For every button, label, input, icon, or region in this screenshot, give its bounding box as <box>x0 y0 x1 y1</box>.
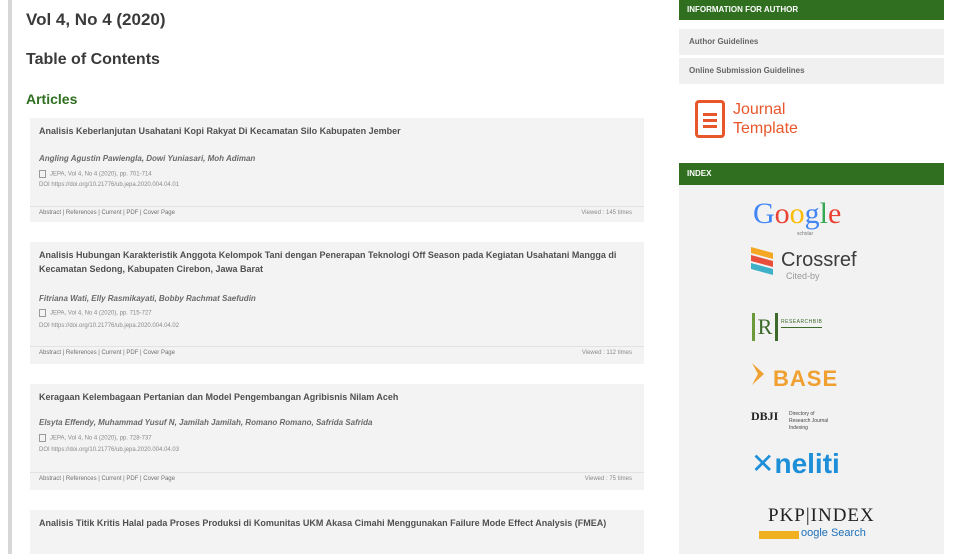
journal-template-label: Journal Template <box>733 101 798 137</box>
left-border <box>8 0 12 554</box>
google-scholar-logo[interactable]: Google <box>753 197 841 231</box>
neliti-icon: ✕ <box>751 448 775 479</box>
researchbib-logo: RESEARCHBIB <box>781 319 823 328</box>
article-title-link[interactable]: Analisis Titik Kritis Halal pada Proses … <box>39 516 629 530</box>
document-icon <box>695 100 725 138</box>
google-scholar-sublabel: scholar <box>797 231 814 237</box>
article-citation: JEPA, Vol 4, No 4 (2020), pp. 701-714 <box>39 170 152 178</box>
dbji-sublabel: Directory of Research Journal Indexing <box>789 411 829 431</box>
article-card: Analisis Hubungan Karakteristik Anggota … <box>30 242 644 364</box>
main-content: Vol 4, No 4 (2020) Table of Contents Art… <box>26 0 650 554</box>
article-links[interactable]: Abstract | References | Current | PDF | … <box>39 350 175 356</box>
info-header: INFORMATION FOR AUTHOR <box>679 0 944 20</box>
article-action-bar: Abstract | References | Current | PDF | … <box>30 206 644 221</box>
crossref-icon <box>751 247 773 275</box>
document-icon <box>39 170 46 178</box>
document-icon <box>39 434 46 442</box>
pkp-index-logo[interactable]: PKP|INDEX <box>768 505 875 527</box>
article-title-link[interactable]: Analisis Hubungan Karakteristik Anggota … <box>39 248 629 276</box>
crossref-logo[interactable]: Crossref <box>781 249 857 272</box>
article-links[interactable]: Abstract | References | Current | PDF | … <box>39 210 175 216</box>
article-doi-link[interactable]: DOI https://doi.org/10.21776/ub.jepa.202… <box>39 323 179 329</box>
article-authors: Fitriana Wati, Elly Rasmikayati, Bobby R… <box>39 294 256 303</box>
article-doi-link[interactable]: DOI https://doi.org/10.21776/ub.jepa.202… <box>39 182 179 188</box>
toc-heading: Table of Contents <box>26 51 160 68</box>
article-views: Viewed : 112 times <box>581 350 632 356</box>
article-citation: JEPA, Vol 4, No 4 (2020), pp. 728-737 <box>39 434 152 442</box>
article-authors: Elsyta Effendy, Muhammad Yusuf N, Jamila… <box>39 418 373 427</box>
base-logo[interactable]: BASE <box>773 366 838 392</box>
article-action-bar: Abstract | References | Current | PDF | … <box>30 346 644 361</box>
article-title-link[interactable]: Keragaan Kelembagaan Pertanian dan Model… <box>39 390 629 404</box>
article-title-link[interactable]: Analisis Keberlanjutan Usahatani Kopi Ra… <box>39 124 629 138</box>
article-views: Viewed : 75 times <box>584 476 632 482</box>
researchbib-icon[interactable]: R <box>752 313 778 341</box>
sidebar: INFORMATION FOR AUTHOR Author Guidelines… <box>679 0 944 554</box>
document-icon <box>39 309 46 317</box>
base-arrow-icon <box>752 363 764 385</box>
neliti-logo[interactable]: ✕neliti <box>751 447 840 480</box>
crossref-sublabel: Cited-by <box>786 271 820 281</box>
article-action-bar: Abstract | References | Current | PDF | … <box>30 472 644 487</box>
article-doi-link[interactable]: DOI https://doi.org/10.21776/ub.jepa.202… <box>39 447 179 453</box>
index-logos: Google scholar Crossref Cited-by R RESEA… <box>679 185 944 554</box>
article-links[interactable]: Abstract | References | Current | PDF | … <box>39 476 175 482</box>
index-header: INDEX <box>679 163 944 185</box>
article-card: Keragaan Kelembagaan Pertanian dan Model… <box>30 384 644 490</box>
google-search-logo[interactable]: oogle Search <box>801 527 866 539</box>
online-submission-link[interactable]: Online Submission Guidelines <box>679 58 944 84</box>
article-card: Analisis Titik Kritis Halal pada Proses … <box>30 510 644 554</box>
article-authors: Angling Agustin Pawiengla, Dowi Yuniasar… <box>39 154 256 163</box>
google-icon <box>759 531 799 539</box>
dbji-logo[interactable]: DBJI <box>751 409 778 424</box>
author-guidelines-link[interactable]: Author Guidelines <box>679 29 944 55</box>
section-title: Articles <box>26 91 78 107</box>
article-card: Analisis Keberlanjutan Usahatani Kopi Ra… <box>30 118 644 222</box>
article-citation: JEPA, Vol 4, No 4 (2020), pp. 715-727 <box>39 309 152 317</box>
article-views: Viewed : 145 times <box>581 210 632 216</box>
journal-template-link[interactable]: Journal Template <box>695 96 865 148</box>
issue-title: Vol 4, No 4 (2020) <box>26 10 166 29</box>
